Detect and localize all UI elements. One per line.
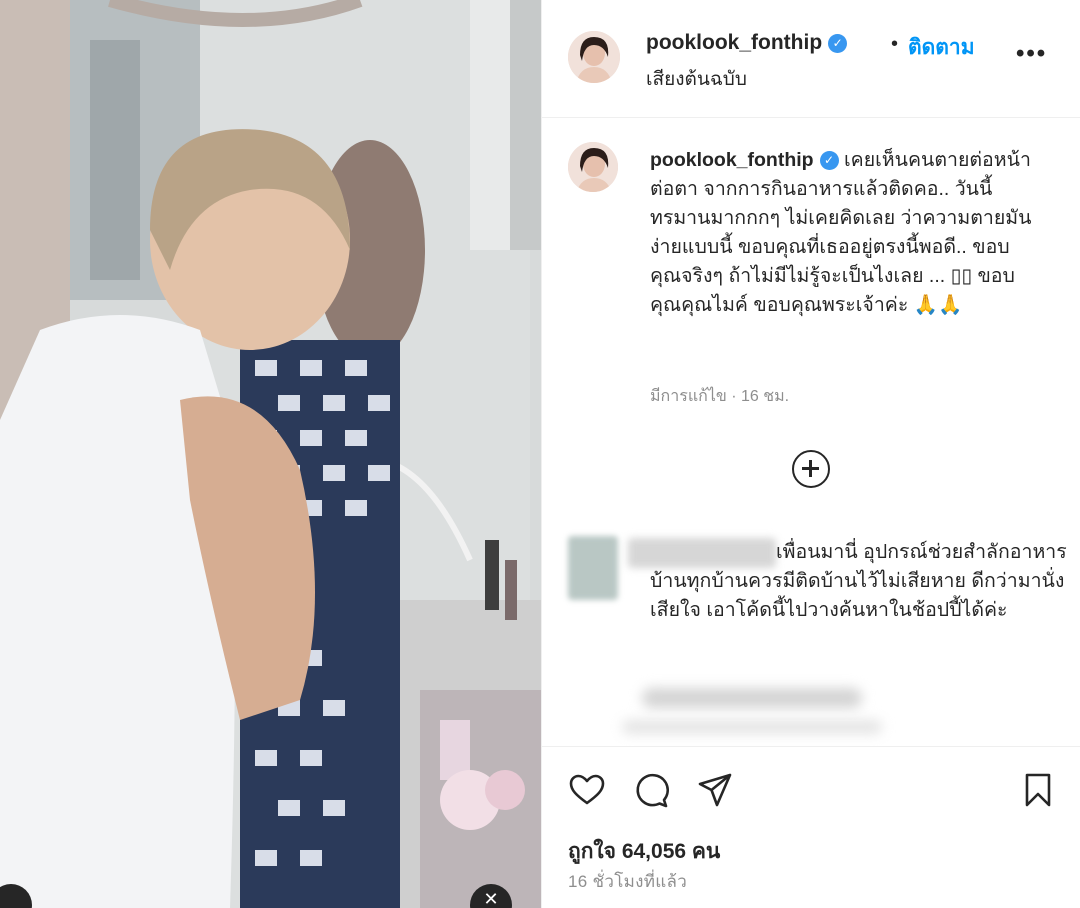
post-timestamp[interactable]: 16 ชั่วโมงที่แล้ว xyxy=(568,868,687,895)
caption-text-block: pooklook_fonthip ✓ เคยเห็นคนตายต่อหน้าต่อ… xyxy=(650,146,1040,320)
bookmark-icon[interactable] xyxy=(1019,771,1057,809)
post-media[interactable]: ✕ xyxy=(0,0,541,908)
audio-label[interactable]: เสียงต้นฉบับ xyxy=(646,64,747,94)
post-header: pooklook_fonthip ✓ • ติดตาม เสียงต้นฉบับ … xyxy=(542,0,1080,118)
verified-badge-icon: ✓ xyxy=(828,34,848,53)
comment-text: เพื่อนมานี่ อุปกรณ์ช่วยสำลักอาหารบ้านทุก… xyxy=(650,541,1067,621)
video-frame-image xyxy=(0,0,541,908)
comment-avatar-blurred[interactable] xyxy=(568,536,618,600)
more-options-button[interactable]: ••• xyxy=(1016,40,1047,68)
blurred-comment-2 xyxy=(622,720,882,734)
post-actions: ถูกใจ 64,056 คน 16 ชั่วโมงที่แล้ว xyxy=(542,746,1080,908)
author-avatar[interactable] xyxy=(568,31,620,83)
caption-avatar[interactable] xyxy=(568,142,618,192)
likes-count[interactable]: ถูกใจ 64,056 คน xyxy=(568,835,720,868)
follow-button[interactable]: ติดตาม xyxy=(908,31,975,64)
header-separator: • xyxy=(891,33,899,55)
caption-body: เคยเห็นคนตายต่อหน้าต่อตา จากการกินอาหารแ… xyxy=(650,149,1032,316)
post-panel: pooklook_fonthip ✓ • ติดตาม เสียงต้นฉบับ … xyxy=(541,0,1080,908)
share-icon[interactable] xyxy=(696,771,734,809)
author-username[interactable]: pooklook_fonthip ✓ xyxy=(646,31,848,55)
caption-verified-badge-icon: ✓ xyxy=(819,151,839,170)
heart-icon[interactable] xyxy=(568,771,606,809)
blurred-comment xyxy=(642,688,862,708)
caption-username[interactable]: pooklook_fonthip xyxy=(650,149,814,171)
caption-meta: มีการแก้ไข · 16 ชม. xyxy=(650,388,790,405)
comment-icon[interactable] xyxy=(632,771,670,809)
load-more-comments-icon[interactable] xyxy=(792,450,830,488)
